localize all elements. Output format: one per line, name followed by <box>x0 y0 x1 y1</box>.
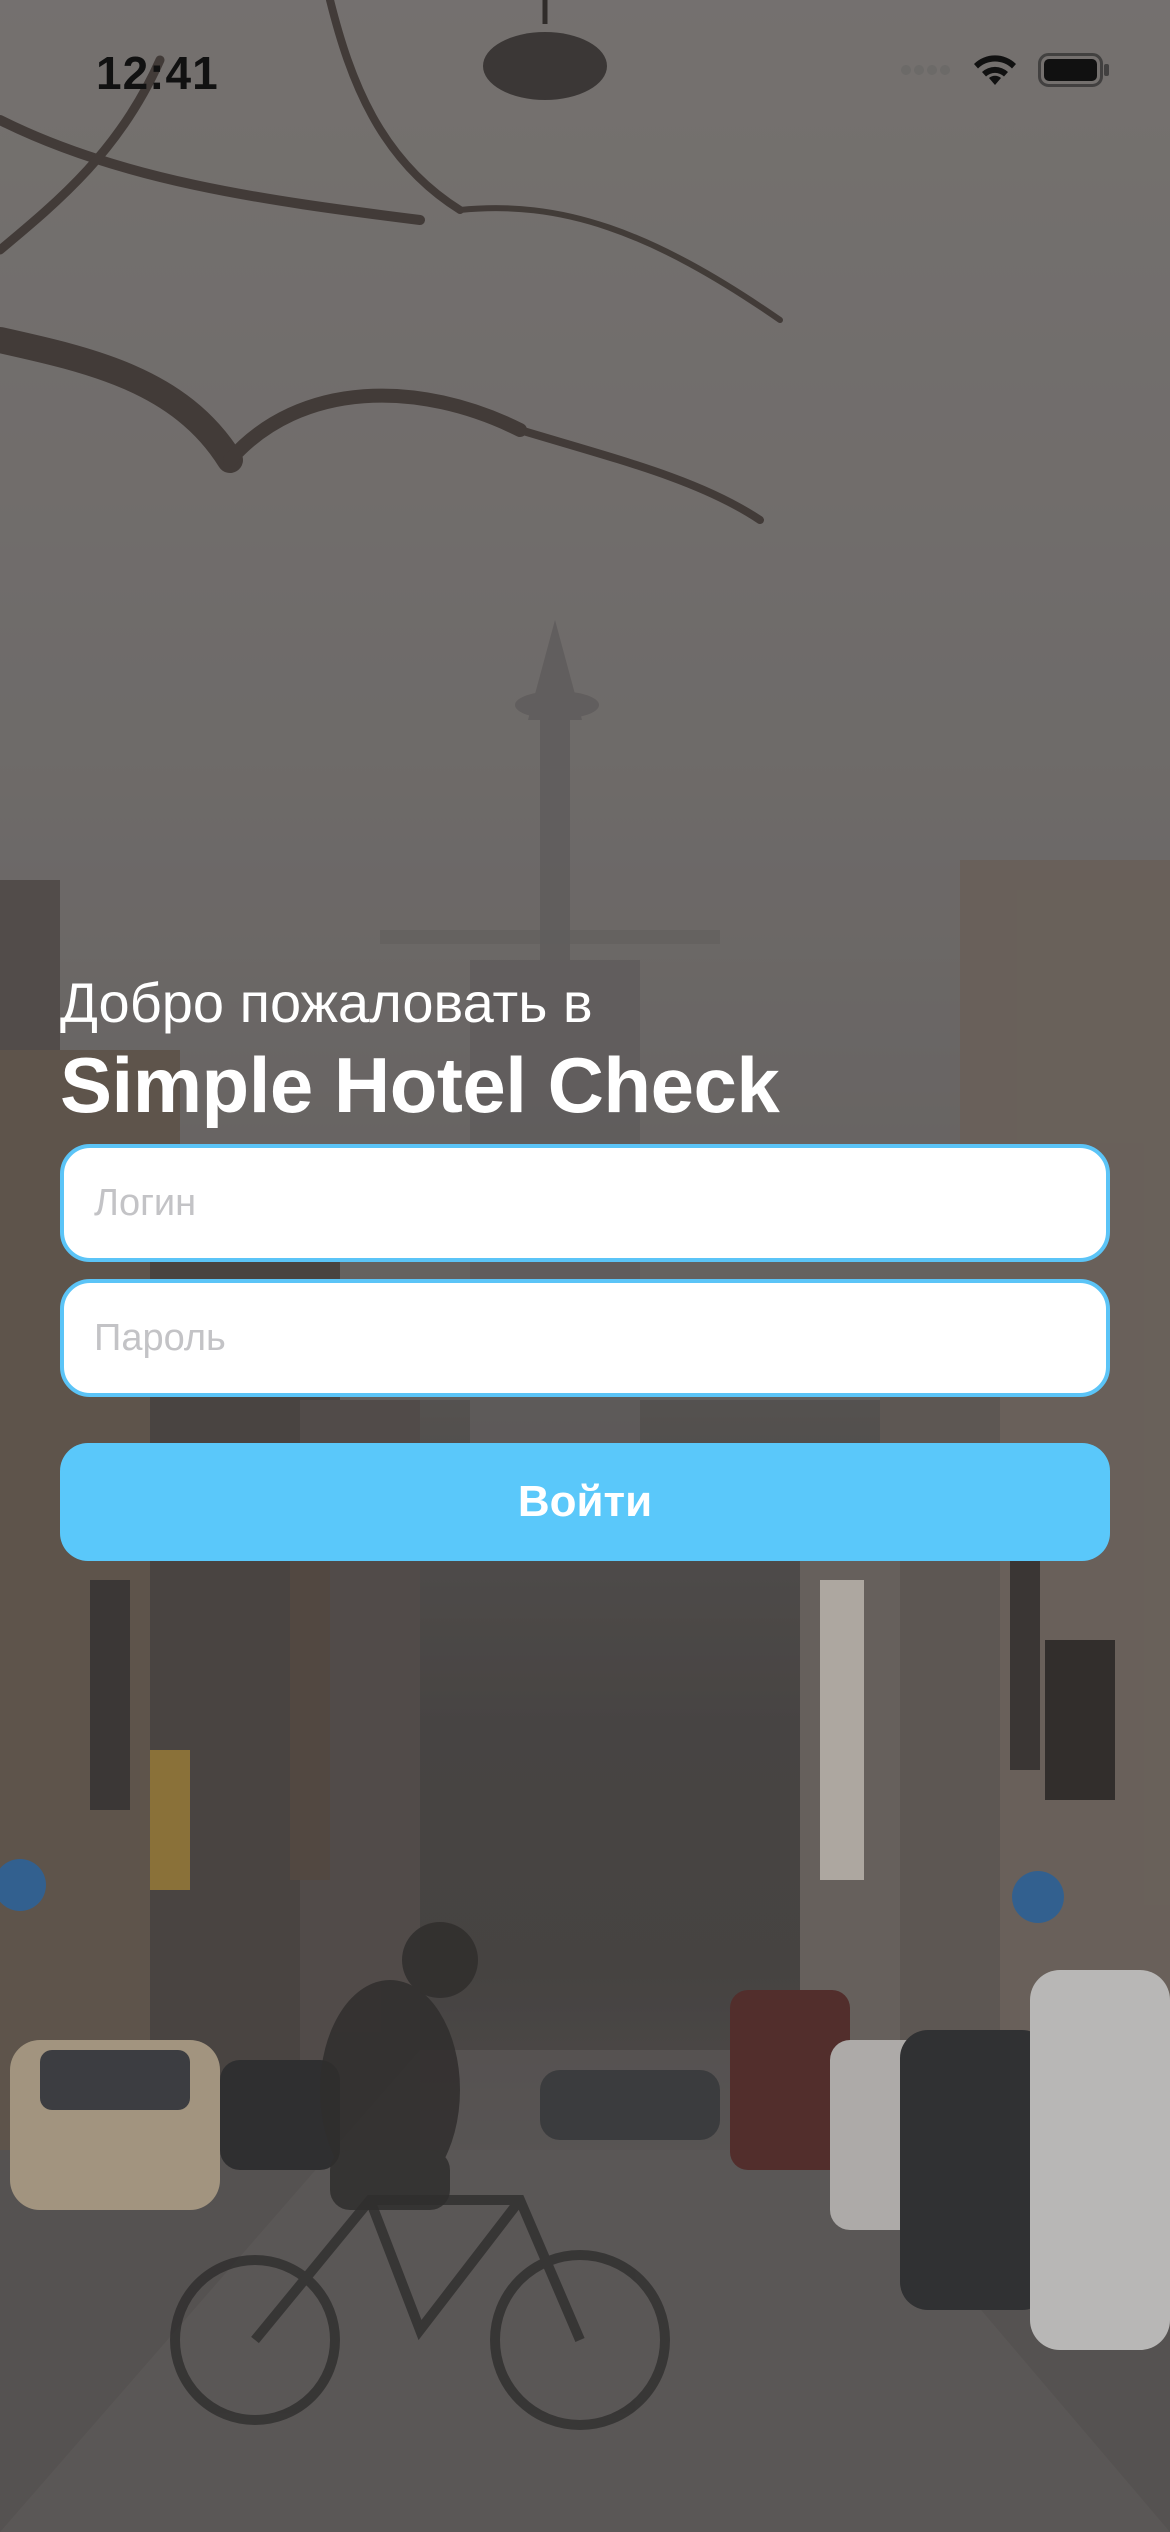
dark-overlay <box>0 0 1170 2532</box>
wifi-icon <box>970 51 1020 94</box>
battery-icon <box>1038 52 1110 92</box>
status-icons <box>900 50 1110 94</box>
login-field[interactable] <box>60 1144 1110 1262</box>
signal-dots-icon <box>900 63 952 81</box>
login-button[interactable]: Войти <box>60 1443 1110 1561</box>
app-title: Simple Hotel Check <box>60 1041 780 1129</box>
password-input[interactable] <box>64 1283 1106 1393</box>
login-screen: 12:41 Добро пожаловать в Simple Hotel Ch… <box>0 0 1170 2532</box>
login-input[interactable] <box>64 1148 1106 1258</box>
status-time: 12:41 <box>96 47 219 99</box>
password-field[interactable] <box>60 1279 1110 1397</box>
welcome-greeting: Добро пожаловать в <box>60 971 593 1034</box>
status-bar: 12:41 <box>0 0 1170 140</box>
